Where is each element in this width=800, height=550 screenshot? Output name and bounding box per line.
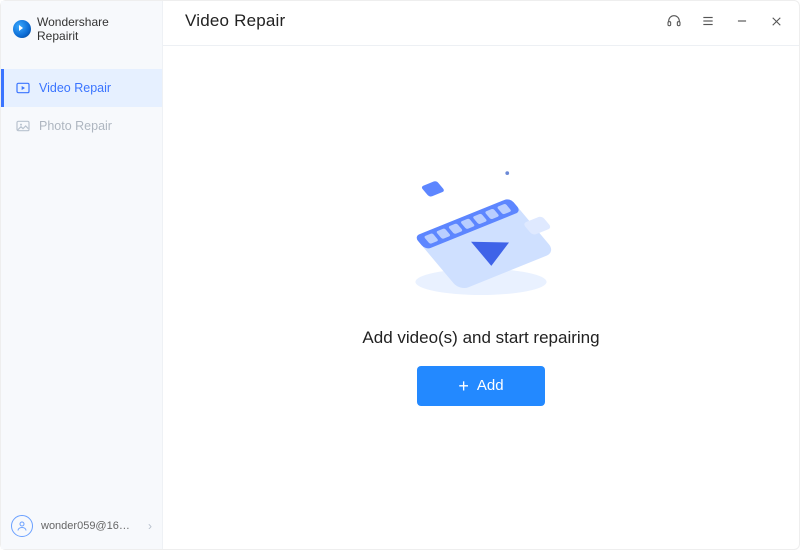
chevron-right-icon: › bbox=[148, 519, 152, 533]
content-area: Add video(s) and start repairing + Add bbox=[163, 46, 799, 549]
page-title: Video Repair bbox=[185, 11, 285, 31]
app-name: Wondershare Repairit bbox=[37, 15, 150, 43]
close-icon bbox=[770, 15, 783, 28]
plus-icon: + bbox=[458, 377, 469, 395]
headset-icon bbox=[666, 13, 682, 29]
close-button[interactable] bbox=[767, 12, 785, 30]
titlebar: Video Repair bbox=[163, 1, 799, 41]
user-icon bbox=[16, 520, 28, 532]
add-button-label: Add bbox=[477, 377, 504, 394]
sidebar-item-video-repair[interactable]: Video Repair bbox=[1, 69, 162, 107]
minimize-button[interactable] bbox=[733, 12, 751, 30]
app-logo-icon bbox=[13, 20, 31, 38]
user-account-footer[interactable]: wonder059@16… › bbox=[1, 503, 162, 549]
username: wonder059@16… bbox=[41, 520, 130, 532]
app-brand: Wondershare Repairit bbox=[1, 1, 162, 59]
sidebar-item-photo-repair[interactable]: Photo Repair bbox=[1, 107, 162, 145]
sidebar: Wondershare Repairit Video Repair Photo … bbox=[1, 1, 163, 549]
video-illustration bbox=[386, 160, 576, 310]
main: Video Repair bbox=[163, 1, 799, 549]
avatar bbox=[11, 515, 33, 537]
photo-icon bbox=[15, 118, 31, 134]
menu-button[interactable] bbox=[699, 12, 717, 30]
window-controls bbox=[665, 12, 785, 30]
sidebar-item-label: Video Repair bbox=[39, 81, 111, 95]
minimize-icon bbox=[735, 14, 749, 28]
sidebar-nav: Video Repair Photo Repair bbox=[1, 59, 162, 145]
play-icon bbox=[15, 80, 31, 96]
hamburger-icon bbox=[701, 14, 715, 28]
prompt-text: Add video(s) and start repairing bbox=[362, 328, 599, 348]
add-button[interactable]: + Add bbox=[417, 366, 545, 406]
sidebar-item-label: Photo Repair bbox=[39, 119, 112, 133]
support-button[interactable] bbox=[665, 12, 683, 30]
